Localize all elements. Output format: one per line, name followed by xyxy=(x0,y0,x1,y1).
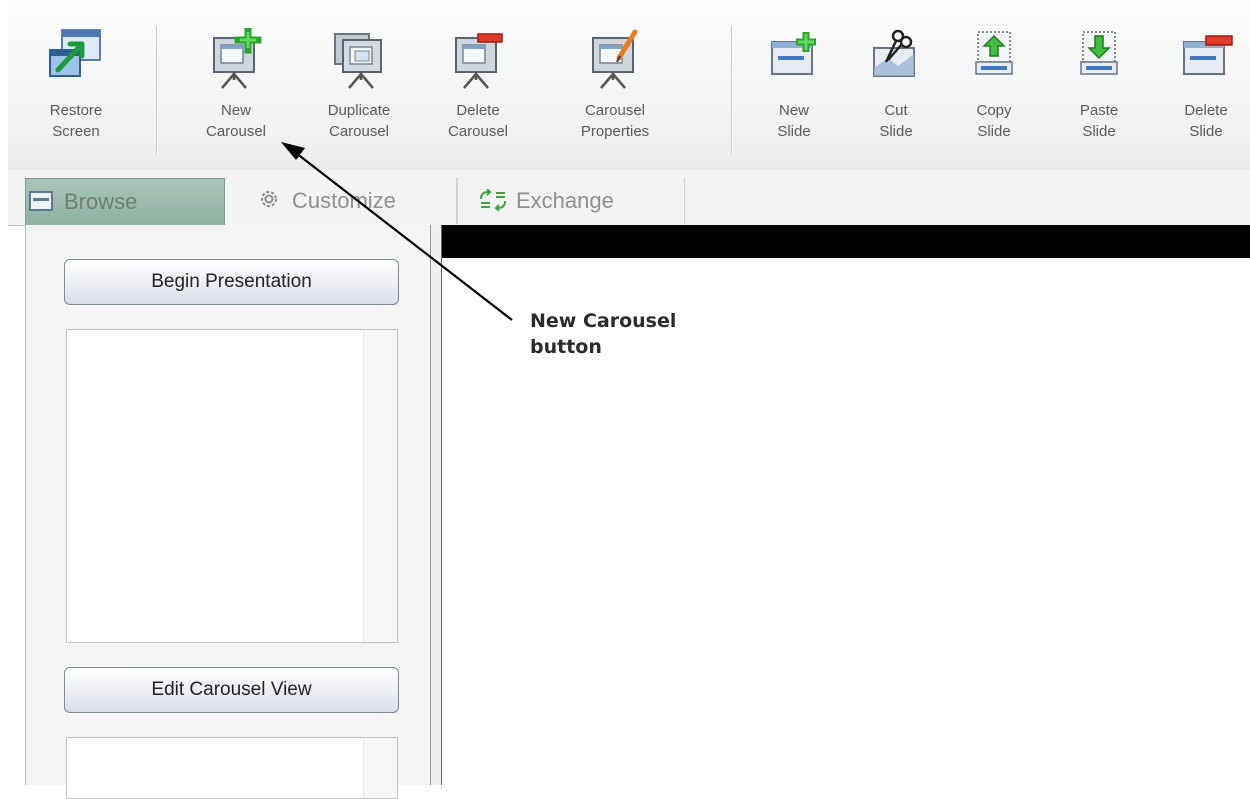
cut-slide-label-line2: Slide xyxy=(879,123,913,140)
tab-exchange-label: Exchange xyxy=(516,188,614,213)
content-header-bar xyxy=(442,225,1250,258)
tab-bar: Browse Customize Exchange xyxy=(8,170,1250,226)
tab-customize[interactable]: Customize xyxy=(224,178,457,224)
restore-screen-label-line1: Restore xyxy=(49,102,103,119)
copy-slide-label-line2: Slide xyxy=(977,123,1011,140)
carousel-properties-icon xyxy=(587,28,643,92)
annotation-line2: button xyxy=(530,336,602,358)
tab-customize-label: Customize xyxy=(292,188,396,213)
duplicate-carousel-icon xyxy=(331,28,387,92)
annotation-callout: New Carousel button xyxy=(530,308,730,360)
annotation-line1: New Carousel xyxy=(530,310,677,332)
delete-slide-label-line2: Slide xyxy=(1189,123,1223,140)
carousel-properties-label-line2: Properties xyxy=(580,123,650,140)
new-carousel-button[interactable]: New Carousel xyxy=(196,26,276,156)
carousel-properties-label-line1: Carousel xyxy=(584,102,646,119)
gear-icon xyxy=(254,178,284,224)
carousel-list-scrollbar[interactable] xyxy=(363,330,397,642)
carousel-view-list[interactable] xyxy=(66,737,398,799)
carousel-properties-button[interactable]: Carousel Properties xyxy=(565,28,665,156)
tab-browse-label: Browse xyxy=(64,189,138,214)
tab-exchange[interactable]: Exchange xyxy=(457,178,685,224)
restore-screen-icon xyxy=(48,28,104,92)
duplicate-carousel-button[interactable]: Duplicate Carousel xyxy=(319,28,399,156)
new-slide-label-line2: Slide xyxy=(777,123,811,140)
carousel-view-list-scrollbar[interactable] xyxy=(363,738,397,798)
delete-slide-icon xyxy=(1178,28,1234,92)
delete-slide-button[interactable]: Delete Slide xyxy=(1166,28,1246,156)
cut-slide-label-line1: Cut xyxy=(884,102,908,119)
delete-carousel-label-line2: Carousel xyxy=(447,123,509,140)
delete-carousel-icon xyxy=(450,28,506,92)
cut-slide-button[interactable]: Cut Slide xyxy=(856,28,936,156)
new-slide-icon xyxy=(766,28,822,92)
duplicate-carousel-label-line1: Duplicate xyxy=(327,102,391,119)
new-carousel-label-line1: New xyxy=(220,102,251,119)
begin-presentation-button[interactable]: Begin Presentation xyxy=(64,259,399,305)
new-carousel-icon xyxy=(208,26,264,92)
delete-slide-label-line1: Delete xyxy=(1184,102,1228,119)
duplicate-carousel-label-line2: Carousel xyxy=(328,123,390,140)
paste-slide-label-line1: Paste xyxy=(1079,102,1119,119)
browse-icon xyxy=(26,179,56,225)
paste-slide-icon xyxy=(1071,28,1127,92)
copy-slide-icon xyxy=(966,28,1022,92)
copy-slide-label-line1: Copy xyxy=(976,102,1012,119)
edit-carousel-view-button[interactable]: Edit Carousel View xyxy=(64,667,399,713)
tab-browse[interactable]: Browse xyxy=(25,178,225,225)
toolbar-separator xyxy=(731,26,733,154)
paste-slide-button[interactable]: Paste Slide xyxy=(1059,28,1139,156)
new-carousel-label-line2: Carousel xyxy=(205,123,267,140)
copy-slide-button[interactable]: Copy Slide xyxy=(954,28,1034,156)
left-panel: Begin Presentation Edit Carousel View xyxy=(25,225,431,799)
paste-slide-label-line2: Slide xyxy=(1082,123,1116,140)
delete-carousel-label-line1: Delete xyxy=(456,102,500,119)
new-slide-label-line1: New xyxy=(778,102,809,119)
carousel-list[interactable] xyxy=(66,329,398,643)
toolbar: Restore Screen New Carousel Duplicate Ca… xyxy=(8,0,1250,171)
restore-screen-label-line2: Screen xyxy=(52,123,100,140)
restore-screen-button[interactable]: Restore Screen xyxy=(36,28,116,156)
delete-carousel-button[interactable]: Delete Carousel xyxy=(438,28,518,156)
cut-slide-icon xyxy=(868,28,924,92)
new-slide-button[interactable]: New Slide xyxy=(754,28,834,156)
toolbar-separator xyxy=(156,26,158,154)
exchange-icon xyxy=(478,178,508,224)
